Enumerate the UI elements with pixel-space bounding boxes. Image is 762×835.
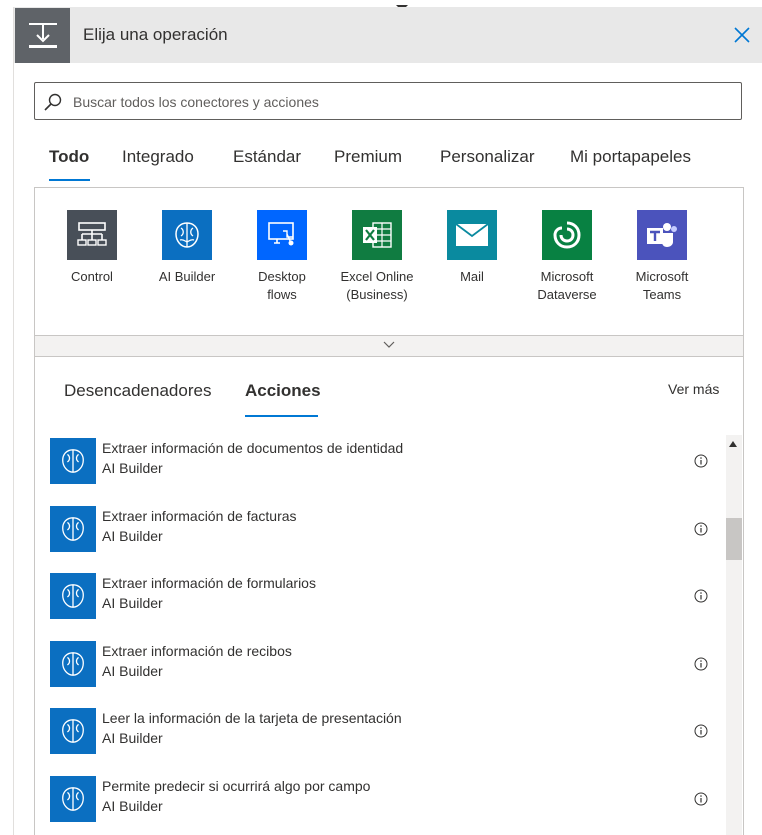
action-title: Extraer información de formularios — [102, 575, 316, 591]
info-icon[interactable] — [694, 522, 708, 536]
tab-integrado[interactable]: Integrado — [122, 147, 194, 167]
tab-premium[interactable]: Premium — [334, 147, 402, 167]
search-box[interactable] — [34, 82, 742, 120]
tab-personalizar[interactable]: Personalizar — [440, 147, 535, 167]
category-tabs: Todo Integrado Estándar Premium Personal… — [34, 141, 742, 185]
ai-builder-icon — [50, 776, 96, 822]
list-item[interactable]: Leer la información de la tarjeta de pre… — [35, 705, 725, 765]
ai-builder-icon — [50, 641, 96, 687]
dataverse-icon — [542, 210, 592, 260]
ai-builder-icon — [50, 438, 96, 484]
tab-estandar[interactable]: Estándar — [233, 147, 301, 167]
connector-label-line1: Microsoft — [635, 269, 689, 284]
chevron-down-icon[interactable] — [383, 341, 395, 349]
connector-label: Mail — [460, 269, 484, 284]
connector-label-line2: Teams — [642, 287, 682, 302]
connector-label: AI Builder — [158, 269, 216, 284]
connector-label-line2: (Business) — [346, 287, 408, 302]
connector-label-line1: Microsoft — [540, 269, 594, 284]
action-connector: AI Builder — [102, 663, 163, 679]
connector-gallery: Control AI Builder Desktop flows Excel O… — [34, 187, 744, 357]
list-item[interactable]: Extraer información de recibos AI Builde… — [35, 638, 725, 698]
close-button[interactable] — [730, 23, 754, 47]
action-connector: AI Builder — [102, 460, 163, 476]
ai-builder-icon — [50, 573, 96, 619]
action-connector: AI Builder — [102, 595, 163, 611]
panel-title: Elija una operación — [83, 25, 228, 44]
action-connector: AI Builder — [102, 528, 163, 544]
list-item[interactable]: Extraer información de formularios AI Bu… — [35, 570, 725, 630]
connector-excel-online[interactable]: Excel Online (Business) — [329, 210, 425, 304]
scrollbar-thumb[interactable] — [726, 518, 742, 560]
list-item[interactable]: Extraer información de facturas AI Build… — [35, 503, 725, 563]
connector-ai-builder[interactable]: AI Builder — [139, 210, 235, 286]
ai-builder-icon — [50, 506, 96, 552]
action-title: Extraer información de recibos — [102, 643, 292, 659]
search-icon — [44, 93, 62, 111]
mail-icon — [447, 210, 497, 260]
active-subtab-indicator — [245, 415, 318, 417]
excel-icon — [352, 210, 402, 260]
info-icon[interactable] — [694, 792, 708, 806]
connector-teams[interactable]: Microsoft Teams — [614, 210, 710, 304]
action-title: Permite predecir si ocurrirá algo por ca… — [102, 778, 371, 794]
connector-desktop-flows[interactable]: Desktop flows — [234, 210, 330, 304]
info-icon[interactable] — [694, 454, 708, 468]
action-connector: AI Builder — [102, 730, 163, 746]
scrollbar[interactable] — [724, 435, 743, 835]
desktop-flows-icon — [257, 210, 307, 260]
action-title: Extraer información de facturas — [102, 508, 297, 524]
list-item[interactable]: Extraer información de documentos de ide… — [35, 435, 725, 495]
action-title: Extraer información de documentos de ide… — [102, 440, 404, 456]
connector-label-line2: Dataverse — [537, 287, 597, 302]
tab-todo[interactable]: Todo — [49, 147, 89, 167]
connector-label: Control — [71, 269, 113, 284]
list-item[interactable]: Permite predecir si ocurrirá algo por ca… — [35, 773, 725, 833]
search-input[interactable] — [71, 89, 735, 115]
panel-header: Elija una operación — [14, 7, 762, 63]
info-icon[interactable] — [694, 724, 708, 738]
see-more-link[interactable]: Ver más — [668, 381, 719, 397]
active-tab-indicator — [49, 179, 90, 181]
teams-icon — [637, 210, 687, 260]
close-icon[interactable] — [730, 23, 754, 47]
scroll-up-arrow-icon[interactable] — [729, 441, 737, 447]
info-icon[interactable] — [694, 657, 708, 671]
connector-control[interactable]: Control — [44, 210, 140, 286]
tab-mi-portapapeles[interactable]: Mi portapapeles — [570, 147, 691, 167]
tab-acciones[interactable]: Acciones — [245, 381, 321, 401]
ai-builder-icon — [162, 210, 212, 260]
operation-picker-panel: Elija una operación Todo Integrado Están… — [13, 5, 762, 835]
expand-connectors-button[interactable] — [35, 335, 743, 357]
scrollbar-track[interactable] — [726, 435, 742, 835]
control-icon — [67, 210, 117, 260]
connector-label-line2: flows — [267, 287, 297, 302]
connector-label-line1: Excel Online — [340, 269, 414, 284]
results-panel: Desencadenadores Acciones Ver más Extrae… — [34, 356, 744, 835]
info-icon[interactable] — [694, 589, 708, 603]
tab-desencadenadores[interactable]: Desencadenadores — [64, 381, 211, 401]
connector-dataverse[interactable]: Microsoft Dataverse — [519, 210, 615, 304]
connector-mail[interactable]: Mail — [424, 210, 520, 286]
connector-label-line1: Desktop — [258, 269, 306, 284]
action-connector: AI Builder — [102, 798, 163, 814]
operation-icon — [15, 8, 70, 63]
action-title: Leer la información de la tarjeta de pre… — [102, 710, 402, 726]
ai-builder-icon — [50, 708, 96, 754]
